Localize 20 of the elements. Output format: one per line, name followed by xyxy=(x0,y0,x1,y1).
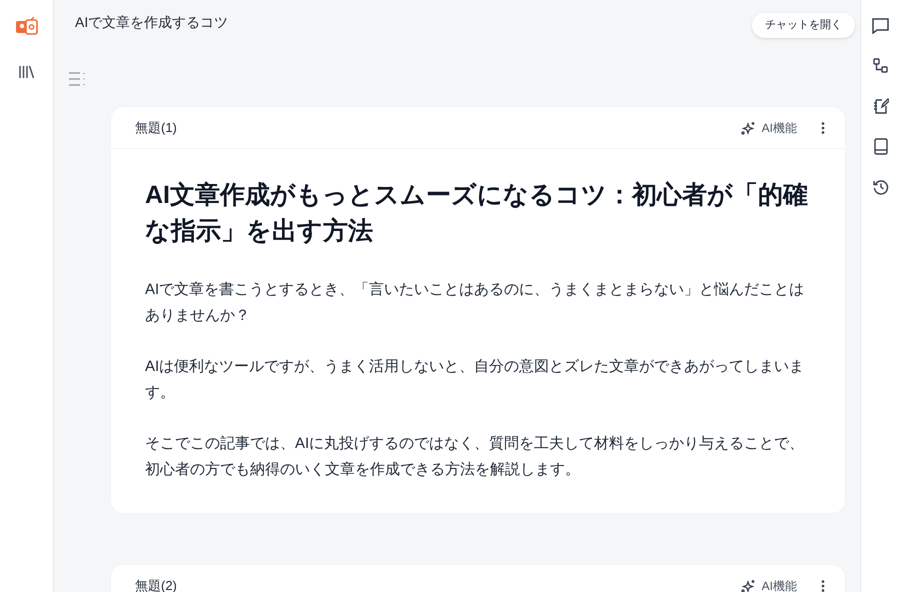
nodes-icon[interactable] xyxy=(873,58,888,73)
sparkle-icon xyxy=(740,120,756,134)
article-heading: AI文章作成がもっとスムーズになるコツ：初心者が「的確な指示」を出す方法 xyxy=(145,180,809,247)
ai-feature-button[interactable]: AI機能 xyxy=(740,118,797,136)
paragraph: AIは便利なツールですが、うまく活用しないと、自分の意図とズレた文章ができあがってしまいます。 xyxy=(145,357,806,403)
more-icon[interactable] xyxy=(821,580,825,592)
paragraph: AIで文章を書こうとするとき、「言いたいことはあるのに、うまくまとまらない」と悩んだことはありませんか？ xyxy=(145,280,806,326)
more-icon[interactable] xyxy=(821,122,825,134)
sparkle-icon xyxy=(740,578,756,592)
note-edit-icon[interactable] xyxy=(872,97,888,114)
paragraph: そこでこの記事では、AIに丸投げするのではなく、質問を工夫して材料をしっかり与えることで、初心者の方でも納得のいく文章を作成できる方法を解説します。 xyxy=(145,434,806,480)
card-title: 無題(1) xyxy=(135,118,178,137)
app-logo-icon[interactable] xyxy=(16,17,38,37)
book-icon[interactable] xyxy=(874,138,888,155)
history-icon[interactable] xyxy=(872,179,888,195)
library-icon[interactable] xyxy=(18,65,34,79)
chat-icon[interactable] xyxy=(872,18,889,34)
document-title: AIで文章を作成するコツ xyxy=(75,13,228,32)
tooltip: チャットを開く xyxy=(752,13,855,38)
ai-feature-button[interactable]: AI機能 xyxy=(740,576,797,592)
